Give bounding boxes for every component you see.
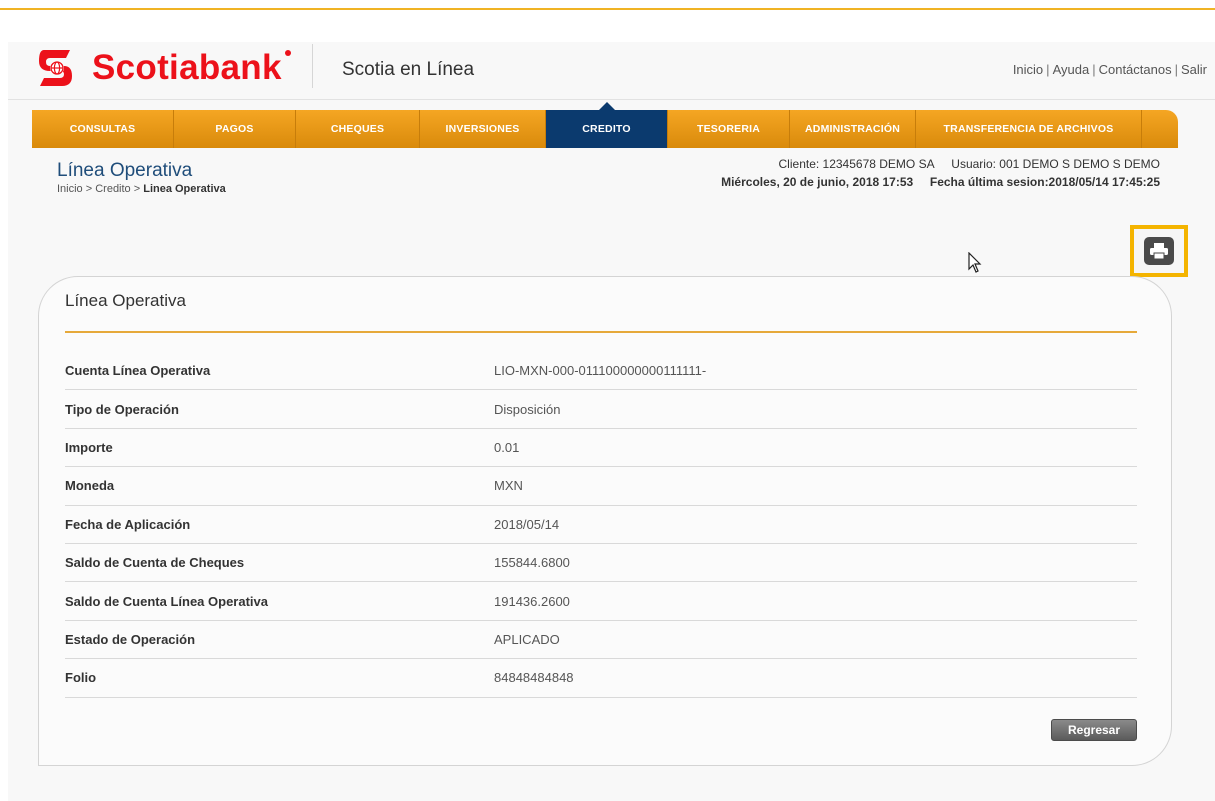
app-title: Scotia en Línea — [342, 59, 475, 80]
detail-row: Saldo de Cuenta Línea Operativa 191436.2… — [65, 582, 1137, 621]
top-accent-line — [0, 8, 1215, 10]
main-nav: CONSULTAS PAGOS CHEQUES INVERSIONES CRED… — [32, 102, 1178, 148]
client-info: Cliente: 12345678 DEMO SA — [778, 157, 935, 171]
link-contactanos[interactable]: Contáctanos — [1099, 62, 1172, 77]
nav-item-tesoreria[interactable]: TESORERIA — [668, 110, 790, 148]
detail-value: 191436.2600 — [494, 593, 570, 609]
detail-row: Saldo de Cuenta de Cheques 155844.6800 — [65, 544, 1137, 583]
detail-label: Fecha de Aplicación — [65, 516, 191, 532]
breadcrumb-path[interactable]: Inicio > Credito > — [57, 183, 143, 195]
mouse-pointer-icon — [968, 251, 982, 274]
current-date: Miércoles, 20 de junio, 2018 17:53 — [721, 175, 914, 189]
detail-row: Fecha de Aplicación 2018/05/14 — [65, 506, 1137, 544]
details-table: Cuenta Línea Operativa LIO-MXN-000-01110… — [65, 352, 1137, 698]
top-links: Inicio | Ayuda | Contáctanos | Salir — [1013, 62, 1207, 77]
detail-row: Folio 84848484848 — [65, 659, 1137, 698]
detail-label: Importe — [65, 439, 113, 455]
link-separator: | — [1174, 62, 1178, 77]
nav-item-pagos[interactable]: PAGOS — [174, 110, 296, 148]
nav-item-credito[interactable]: CREDITO — [546, 102, 668, 148]
detail-label: Folio — [65, 670, 97, 686]
link-ayuda[interactable]: Ayuda — [1053, 62, 1090, 77]
print-button[interactable] — [1130, 225, 1188, 277]
header-divider — [312, 44, 313, 88]
nav-item-transferencia-de-archivos[interactable]: TRANSFERENCIA DE ARCHIVOS — [916, 110, 1142, 148]
link-inicio[interactable]: Inicio — [1013, 62, 1043, 77]
detail-value: LIO-MXN-000-011100000000111111- — [494, 363, 707, 379]
link-salir[interactable]: Salir — [1181, 62, 1207, 77]
detail-value: 84848484848 — [494, 670, 574, 686]
detail-value: APLICADO — [494, 631, 560, 647]
detail-label: Cuenta Línea Operativa — [65, 363, 211, 379]
session-info: Cliente: 12345678 DEMO SA Usuario: 001 D… — [721, 155, 1160, 191]
header: Scotiabank Scotia en Línea Inicio | Ayuda |… — [8, 42, 1215, 100]
nav-item-cheques[interactable]: CHEQUES — [296, 110, 420, 148]
card-title: Línea Operativa — [65, 291, 186, 310]
nav-item-consultas[interactable]: CONSULTAS — [32, 110, 174, 148]
user-info: Usuario: 001 DEMO S DEMO S DEMO — [951, 157, 1160, 171]
detail-value: 155844.6800 — [494, 555, 570, 571]
detail-label: Moneda — [65, 478, 115, 494]
detail-row: Moneda MXN — [65, 467, 1137, 506]
page: Scotiabank Scotia en Línea Inicio | Ayuda |… — [8, 42, 1215, 801]
detail-label: Tipo de Operación — [65, 401, 179, 417]
detail-row: Estado de Operación APLICADO — [65, 621, 1137, 660]
detail-value: Disposición — [494, 401, 561, 417]
scotiabank-s-icon — [36, 46, 80, 90]
regresar-button[interactable]: Regresar — [1051, 719, 1137, 741]
detail-value: 2018/05/14 — [494, 516, 560, 532]
detail-value: 0.01 — [494, 439, 520, 455]
card-title-rule — [65, 331, 1137, 333]
last-session: Fecha última sesion:2018/05/14 17:45:25 — [929, 175, 1160, 189]
brand-registered-dot — [285, 50, 291, 56]
detail-label: Saldo de Cuenta Línea Operativa — [65, 593, 268, 609]
link-separator: | — [1046, 62, 1050, 77]
detail-row: Importe 0.01 — [65, 429, 1137, 468]
printer-icon — [1144, 237, 1174, 265]
link-separator: | — [1092, 62, 1096, 77]
detail-label: Saldo de Cuenta de Cheques — [65, 555, 245, 571]
brand-name: Scotiabank — [92, 48, 282, 87]
scotiabank-logo[interactable]: Scotiabank — [36, 44, 282, 92]
detail-value: MXN — [494, 478, 523, 494]
detail-label: Estado de Operación — [65, 631, 196, 647]
detail-row: Tipo de Operación Disposición — [65, 390, 1137, 429]
detail-card: Línea Operativa Cuenta Línea Operativa L… — [38, 276, 1172, 766]
breadcrumb: Inicio > Credito > Linea Operativa — [57, 183, 226, 195]
nav-item-inversiones[interactable]: INVERSIONES — [420, 110, 546, 148]
detail-row: Cuenta Línea Operativa LIO-MXN-000-01110… — [65, 352, 1137, 391]
nav-item-administracion[interactable]: ADMINISTRACIÓN — [790, 110, 916, 148]
breadcrumb-current: Linea Operativa — [143, 183, 226, 195]
page-title: Línea Operativa — [57, 160, 193, 181]
